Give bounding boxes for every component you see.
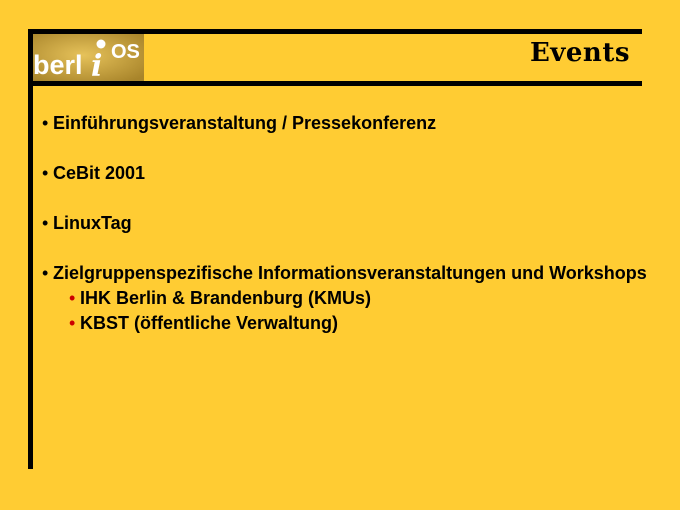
- sub-bullet-glyph: •: [69, 288, 76, 308]
- slide-title: Events: [529, 38, 630, 68]
- bullet-glyph: •: [42, 213, 49, 233]
- header-rule: [28, 81, 642, 86]
- sub-bullet-text: IHK Berlin & Brandenburg (KMUs): [80, 288, 372, 308]
- bullet-item: • LinuxTag: [42, 211, 652, 236]
- logo-text-main: berl: [33, 50, 83, 80]
- logo-dot-icon: [96, 39, 106, 49]
- slide: berl i OS Events • Einführungsveranstalt…: [0, 0, 680, 510]
- sub-bullet-list: • IHK Berlin & Brandenburg (KMUs) • KBST…: [53, 286, 652, 336]
- sub-bullet-item: • IHK Berlin & Brandenburg (KMUs): [53, 286, 652, 311]
- bullet-glyph: •: [42, 113, 49, 133]
- berlios-logo-graphic: berl i OS: [33, 34, 144, 81]
- sub-bullet-glyph: •: [69, 313, 76, 333]
- left-rule: [28, 29, 33, 469]
- bullet-item: • CeBit 2001: [42, 161, 652, 186]
- bullet-glyph: •: [42, 163, 49, 183]
- logo-text-i: i: [91, 49, 102, 81]
- bullet-glyph: •: [42, 263, 49, 283]
- bullet-list: • Einführungsveranstaltung / Pressekonfe…: [42, 111, 652, 361]
- bullet-item: • Einführungsveranstaltung / Pressekonfe…: [42, 111, 652, 136]
- berlios-logo: berl i OS: [33, 34, 144, 81]
- bullet-text: CeBit 2001: [53, 163, 146, 183]
- sub-bullet-text: KBST (öffentliche Verwaltung): [80, 313, 339, 333]
- sub-bullet-item: • KBST (öffentliche Verwaltung): [53, 311, 652, 336]
- bullet-text: Zielgruppenspezifische Informationsveran…: [53, 263, 647, 283]
- bullet-item: • Zielgruppenspezifische Informationsver…: [42, 261, 652, 336]
- bullet-text: LinuxTag: [53, 213, 132, 233]
- bullet-text: Einführungsveranstaltung / Pressekonfere…: [53, 113, 437, 133]
- logo-text-os: OS: [111, 41, 140, 63]
